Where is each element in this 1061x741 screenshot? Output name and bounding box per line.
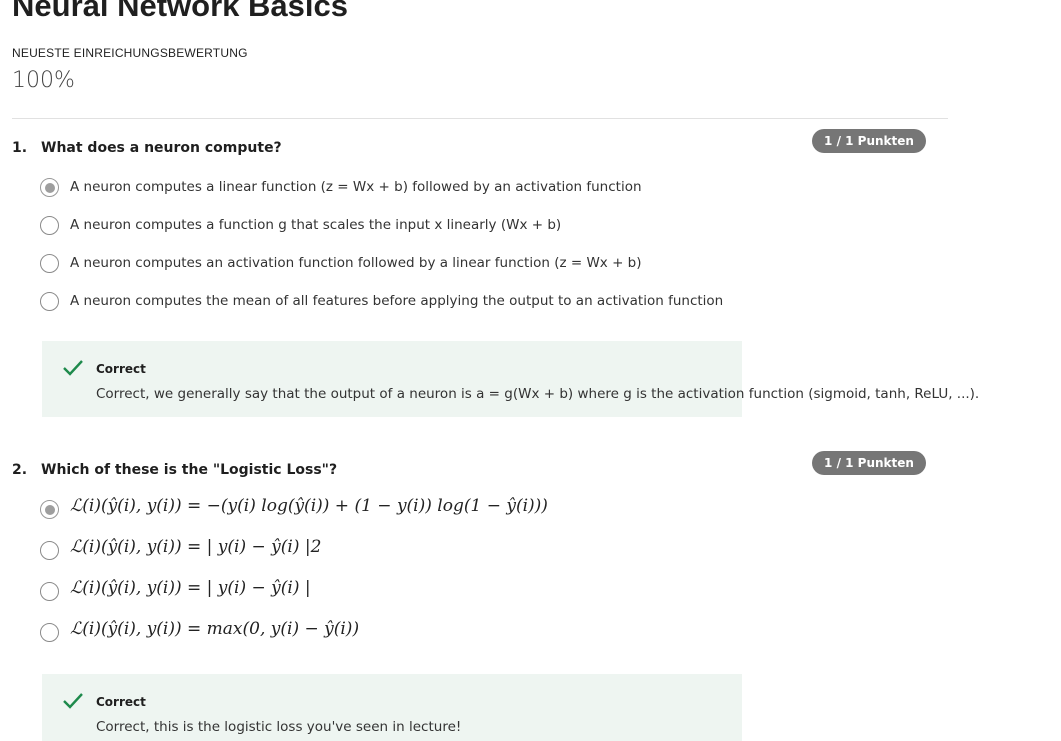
radio-button[interactable] <box>40 582 59 601</box>
grade-label: NEUESTE EINREICHUNGSBEWERTUNG <box>12 46 248 60</box>
checkmark-icon <box>63 360 83 376</box>
question-text: Which of these is the "Logistic Loss"? <box>41 462 338 478</box>
option-label: A neuron computes the mean of all featur… <box>70 293 724 309</box>
points-badge: 1 / 1 Punkten <box>812 129 926 153</box>
feedback-text: Correct, this is the logistic loss you'v… <box>96 719 462 735</box>
option-label: A neuron computes an activation function… <box>70 255 642 271</box>
option-label: A neuron computes a function g that scal… <box>70 217 562 233</box>
radio-button[interactable] <box>40 623 59 642</box>
question-number: 1. <box>12 140 28 156</box>
radio-button[interactable] <box>40 500 59 519</box>
radio-button[interactable] <box>40 216 59 235</box>
feedback-title: Correct <box>96 362 146 376</box>
radio-button[interactable] <box>40 541 59 560</box>
page-title: Neural Network Basics <box>12 0 348 23</box>
option-label: A neuron computes a linear function (z =… <box>70 179 642 195</box>
radio-button[interactable] <box>40 178 59 197</box>
radio-button[interactable] <box>40 254 59 273</box>
divider <box>12 118 948 119</box>
question-number: 2. <box>12 462 28 478</box>
question-text: What does a neuron compute? <box>41 140 282 156</box>
feedback-box: Correct Correct, we generally say that t… <box>42 341 979 417</box>
option-label: ℒ(i)(ŷ(i), y(i)) = | y(i) − ŷ(i) |2 <box>70 537 322 557</box>
radio-button[interactable] <box>40 292 59 311</box>
checkmark-icon <box>63 693 83 709</box>
option-label: ℒ(i)(ŷ(i), y(i)) = max(0, y(i) − ŷ(i)) <box>70 619 360 639</box>
feedback-text: Correct, we generally say that the outpu… <box>96 386 980 402</box>
points-badge: 1 / 1 Punkten <box>812 451 926 475</box>
option-label: ℒ(i)(ŷ(i), y(i)) = −(y(i) log(ŷ(i)) + (1… <box>70 496 548 516</box>
option-label: ℒ(i)(ŷ(i), y(i)) = | y(i) − ŷ(i) | <box>70 578 311 598</box>
feedback-title: Correct <box>96 695 146 709</box>
feedback-box: Correct Correct, this is the logistic lo… <box>42 674 742 741</box>
grade-value: 100% <box>12 68 75 93</box>
